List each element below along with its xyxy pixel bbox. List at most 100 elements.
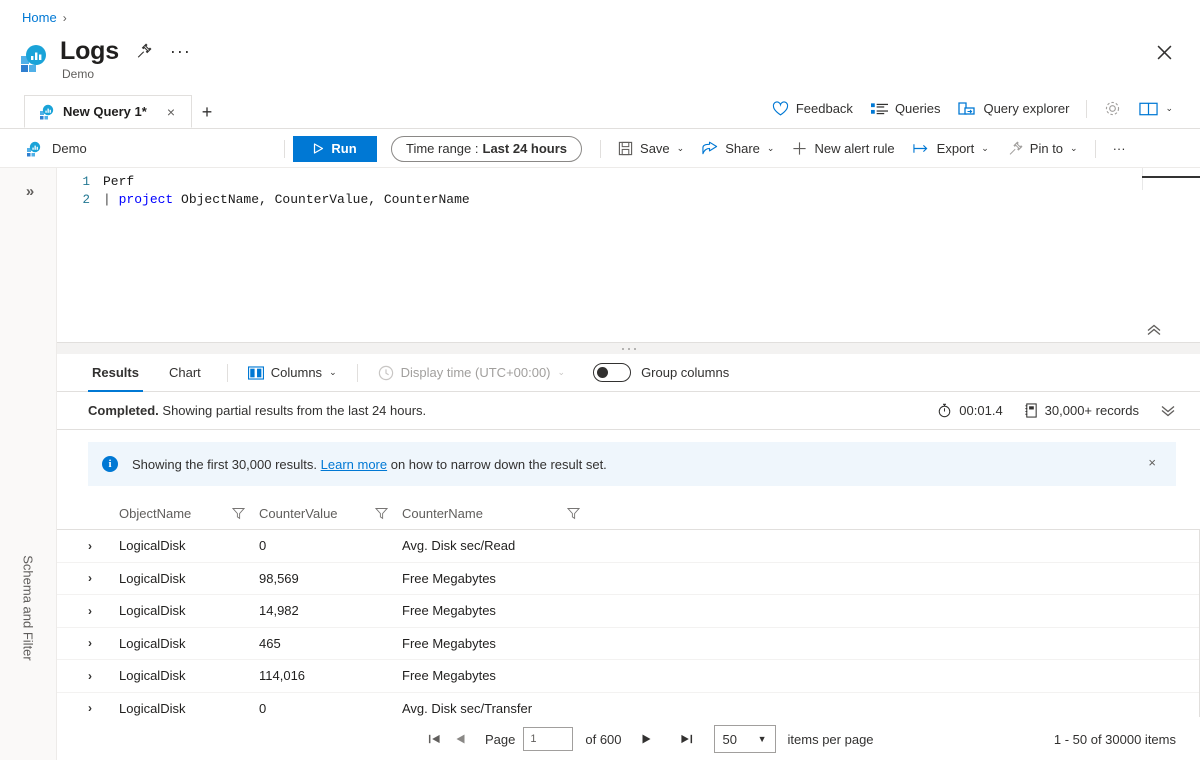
learn-more-link[interactable]: Learn more (321, 457, 387, 472)
query-tab[interactable]: New Query 1* × (24, 95, 192, 128)
group-columns-control[interactable]: Group columns (593, 363, 729, 382)
schema-filter-rail[interactable]: » Schema and Filter (0, 168, 57, 760)
cell-countername: Free Megabytes (402, 668, 496, 684)
row-expand-icon[interactable]: › (88, 539, 119, 553)
row-expand-icon[interactable]: › (88, 636, 119, 650)
share-button[interactable]: Share ⌄ (693, 137, 783, 160)
query-scope[interactable]: Demo (26, 141, 276, 157)
header-more-icon[interactable]: ··· (168, 42, 193, 60)
row-expand-icon[interactable]: › (88, 669, 119, 683)
display-time-label: Display time (UTC+00:00) (400, 365, 551, 380)
breadcrumb-home[interactable]: Home (22, 10, 57, 25)
settings-gear-button[interactable] (1095, 96, 1130, 121)
close-blade-button[interactable] (1150, 38, 1178, 66)
column-header-countervalue[interactable]: CounterValue (259, 506, 402, 521)
divider (600, 139, 602, 158)
columns-chevron-down-icon[interactable]: ⌄ (329, 367, 337, 378)
row-expand-icon[interactable]: › (88, 571, 119, 585)
page-size-chevron-down-icon: ▼ (757, 734, 767, 744)
grid-body[interactable]: › LogicalDisk 0 Avg. Disk sec/Read › Log… (57, 530, 1200, 736)
cell-countername: Free Megabytes (402, 570, 496, 586)
scope-icon (26, 141, 42, 157)
toolbar-overflow-button[interactable]: ··· (1104, 137, 1135, 160)
query-tab-bar: New Query 1* × + Feedback Queries Query … (0, 95, 1200, 129)
editor-minimap[interactable] (1142, 168, 1200, 190)
query-editor[interactable]: 1 Perf 2 | project ObjectName, CounterVa… (57, 168, 1200, 343)
feedback-button[interactable]: Feedback (763, 97, 862, 121)
cell-countername: Avg. Disk sec/Transfer (402, 700, 533, 716)
pane-splitter[interactable] (57, 343, 1200, 354)
run-button[interactable]: Run (293, 135, 377, 162)
last-page-button[interactable] (674, 726, 700, 752)
new-alert-rule-button[interactable]: New alert rule (783, 137, 903, 160)
page-size-select[interactable]: 50 ▼ (713, 725, 776, 753)
cell-objectname: LogicalDisk (119, 635, 186, 651)
book-chevron-down-icon[interactable]: ⌄ (1165, 103, 1173, 114)
table-row[interactable]: › LogicalDisk 14,982 Free Megabytes (57, 595, 1200, 628)
cell-objectname: LogicalDisk (119, 603, 186, 619)
prev-page-button[interactable] (447, 726, 473, 752)
table-row[interactable]: › LogicalDisk 465 Free Megabytes (57, 628, 1200, 660)
export-button[interactable]: Export ⌄ (904, 137, 998, 160)
export-chevron-down-icon[interactable]: ⌄ (981, 143, 989, 154)
query-tab-icon (39, 104, 55, 120)
column-header-objectname[interactable]: ObjectName (119, 506, 259, 521)
new-query-tab-button[interactable]: + (192, 96, 222, 128)
filter-icon[interactable] (375, 507, 388, 520)
table-row[interactable]: › LogicalDisk 0 Avg. Disk sec/Read (57, 530, 1200, 563)
stopwatch-icon (937, 403, 952, 418)
next-page-button[interactable] (634, 726, 660, 752)
time-range-value: Last 24 hours (482, 141, 568, 156)
save-chevron-down-icon[interactable]: ⌄ (677, 143, 685, 154)
code-keyword: project (118, 192, 174, 207)
queries-button[interactable]: Queries (862, 97, 950, 120)
pin-to-button[interactable]: Pin to ⌄ (998, 137, 1087, 161)
book-button[interactable]: ⌄ (1130, 97, 1182, 121)
item-range-label: 1 - 50 of 30000 items (1053, 731, 1176, 747)
results-grid: ObjectName CounterValue CounterName › Lo… (57, 498, 1200, 736)
tab-results[interactable]: Results (88, 354, 143, 392)
status-state: Completed. (88, 403, 159, 418)
query-tab-close-icon[interactable]: × (167, 104, 175, 120)
tab-chart[interactable]: Chart (165, 354, 205, 392)
banner-close-icon[interactable]: × (1142, 454, 1162, 471)
save-label: Save (640, 141, 670, 156)
logs-icon (20, 43, 50, 73)
row-expand-icon[interactable]: › (88, 701, 119, 715)
results-pane: Results Chart Columns ⌄ Display time (UT… (57, 354, 1200, 760)
cell-objectname: LogicalDisk (119, 570, 186, 586)
table-row[interactable]: › LogicalDisk 98,569 Free Megabytes (57, 563, 1200, 595)
time-range-picker[interactable]: Time range : Last 24 hours (391, 135, 583, 162)
column-header-countername[interactable]: CounterName (402, 506, 702, 521)
filter-icon[interactable] (232, 507, 245, 520)
banner-text-after: on how to narrow down the result set. (390, 456, 607, 472)
code-text: ObjectName, CounterValue, CounterName (173, 192, 470, 207)
group-columns-toggle[interactable] (593, 363, 632, 382)
table-row[interactable]: › LogicalDisk 114,016 Free Megabytes (57, 660, 1200, 693)
code-text: Perf (103, 174, 135, 189)
share-label: Share (725, 141, 760, 156)
breadcrumb: Home › (22, 10, 67, 25)
query-explorer-button[interactable]: Query explorer (949, 97, 1078, 121)
expand-rail-icon[interactable]: » (26, 183, 34, 200)
pin-icon[interactable] (133, 41, 154, 62)
first-page-button[interactable] (421, 726, 447, 752)
line-number: 1 (82, 175, 90, 189)
query-code[interactable]: 1 Perf 2 | project ObjectName, CounterVa… (57, 168, 1200, 209)
status-text: Completed. Showing partial results from … (88, 403, 426, 418)
code-line: 1 Perf (57, 173, 1200, 191)
pin-to-chevron-down-icon[interactable]: ⌄ (1070, 143, 1078, 154)
page-number-input[interactable] (523, 727, 574, 751)
columns-button[interactable]: Columns ⌄ (242, 362, 343, 383)
collapse-editor-icon[interactable] (1146, 324, 1162, 336)
share-chevron-down-icon[interactable]: ⌄ (767, 143, 775, 154)
results-status-bar: Completed. Showing partial results from … (57, 392, 1200, 430)
export-label: Export (936, 141, 975, 156)
row-expand-icon[interactable]: › (88, 604, 119, 618)
cell-countername: Free Megabytes (402, 635, 496, 651)
save-button[interactable]: Save ⌄ (609, 137, 693, 160)
logs-blade: Home › Logs ··· Demo New Query 1* × + Fe… (0, 0, 1200, 760)
filter-icon[interactable] (566, 507, 580, 520)
expand-status-icon[interactable] (1160, 405, 1176, 417)
records-count: 30,000+ records (1044, 403, 1139, 418)
